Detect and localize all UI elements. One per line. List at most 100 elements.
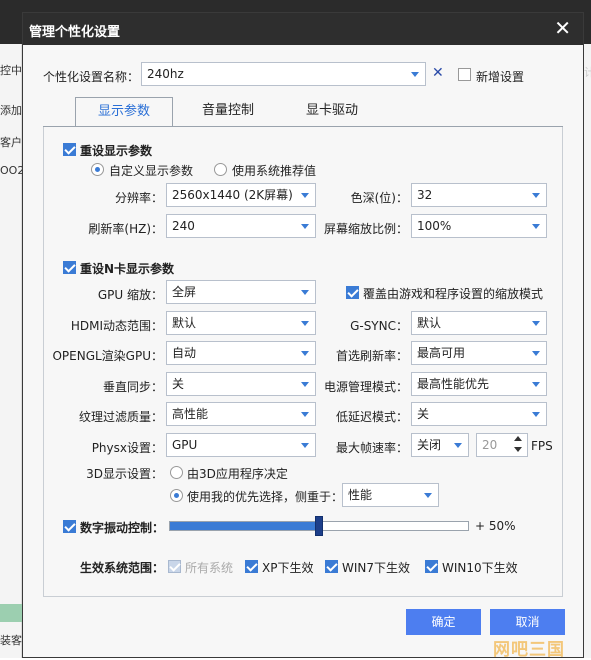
new-setting-label: 新增设置 xyxy=(476,70,525,84)
scope-all-label: 所有系统 xyxy=(185,561,234,575)
scope-all-checkbox xyxy=(168,560,181,573)
scope-win10-label: WIN10下生效 xyxy=(442,561,518,575)
texture-filter-label: 纹理过滤质量： xyxy=(78,410,163,424)
physx-value: GPU xyxy=(172,438,198,452)
personalization-dialog: 管理个性化设置 ✕ 个性化设置名称： 240hz ✕ 新增设置 显示参数 音量控… xyxy=(22,12,584,660)
preferred-refresh-select[interactable]: 最高可用 xyxy=(411,341,547,365)
background-row: 控中心 xyxy=(0,64,22,77)
gpu-scale-select[interactable]: 全屏 xyxy=(166,280,316,304)
profile-name-label: 个性化设置名称： xyxy=(43,70,140,84)
texture-filter-select[interactable]: 高性能 xyxy=(166,402,316,426)
reset-display-label: 重设显示参数 xyxy=(80,144,153,158)
dialog-titlebar: 管理个性化设置 ✕ xyxy=(23,13,583,45)
gsync-value: 默认 xyxy=(417,316,442,330)
color-depth-value: 32 xyxy=(417,188,433,202)
custom-display-radio[interactable] xyxy=(91,163,104,176)
arrow-down-icon[interactable] xyxy=(514,447,522,452)
scope-win7-label: WIN7下生效 xyxy=(342,561,411,575)
arrow-up-icon[interactable] xyxy=(514,436,522,441)
refresh-rate-label: 刷新率(HZ)： xyxy=(88,222,163,236)
override-scaling-label: 覆盖由游戏和程序设置的缩放模式 xyxy=(363,287,544,301)
scope-xp-checkbox[interactable] xyxy=(245,560,258,573)
chevron-down-icon xyxy=(532,224,540,229)
chevron-down-icon xyxy=(411,72,419,77)
background-row: 客户 xyxy=(0,136,22,149)
vibrance-checkbox[interactable] xyxy=(63,520,76,533)
tab-volume[interactable]: 音量控制 xyxy=(183,97,273,127)
low-latency-label: 低延迟模式： xyxy=(335,410,408,424)
preferred-refresh-value: 最高可用 xyxy=(417,346,466,360)
opengl-gpu-label: OPENGL渲染GPU： xyxy=(52,349,163,363)
background-fragment: 计 xyxy=(584,66,591,79)
color-depth-select[interactable]: 32 xyxy=(411,183,547,207)
profile-name-value: 240hz xyxy=(147,67,184,81)
vibrance-slider-fill xyxy=(170,522,319,530)
reset-nvidia-checkbox[interactable] xyxy=(63,261,76,274)
chevron-down-icon xyxy=(532,321,540,326)
resolution-select[interactable]: 2560x1440 (2K屏幕) xyxy=(166,183,316,207)
background-right-panel xyxy=(584,44,591,658)
preferred-refresh-label: 首选刷新率： xyxy=(335,349,408,363)
max-fps-number: 20 xyxy=(482,438,498,452)
screen-scale-label: 屏幕缩放比例： xyxy=(323,222,408,236)
watermark-logo: 网吧三国 xyxy=(493,640,565,660)
screen-scale-select[interactable]: 100% xyxy=(411,214,547,238)
profile-name-select[interactable]: 240hz xyxy=(141,62,426,86)
clear-icon[interactable]: ✕ xyxy=(432,65,444,81)
gsync-select[interactable]: 默认 xyxy=(411,311,547,335)
scope-win7-checkbox[interactable] xyxy=(325,560,338,573)
3d-app-decides-radio[interactable] xyxy=(170,466,183,479)
tab-display[interactable]: 显示参数 xyxy=(75,97,173,127)
tab-gpu-driver[interactable]: 显卡驱动 xyxy=(287,97,377,127)
chevron-down-icon xyxy=(532,193,540,198)
system-recommended-label: 使用系统推荐值 xyxy=(232,164,317,178)
low-latency-select[interactable]: 关 xyxy=(411,402,547,426)
gpu-scale-value: 全屏 xyxy=(172,285,197,299)
ok-button[interactable]: 确定 xyxy=(406,609,481,635)
override-scaling-checkbox[interactable] xyxy=(346,286,359,299)
scope-win10-checkbox[interactable] xyxy=(425,560,438,573)
new-setting-checkbox[interactable] xyxy=(458,68,471,81)
chevron-down-icon xyxy=(532,412,540,417)
refresh-rate-value: 240 xyxy=(172,219,195,233)
power-mode-select[interactable]: 最高性能优先 xyxy=(411,372,547,396)
3d-preference-value: 性能 xyxy=(348,488,373,502)
chevron-down-icon xyxy=(454,443,462,448)
background-row: 添加 xyxy=(0,104,22,117)
close-icon[interactable]: ✕ xyxy=(554,16,571,40)
physx-label: Physx设置： xyxy=(91,441,163,455)
fps-unit: FPS xyxy=(531,439,553,453)
power-mode-value: 最高性能优先 xyxy=(417,377,490,391)
3d-app-decides-label: 由3D应用程序决定 xyxy=(187,467,288,481)
3d-preference-radio[interactable] xyxy=(170,489,183,502)
reset-display-checkbox[interactable] xyxy=(63,143,76,156)
refresh-rate-select[interactable]: 240 xyxy=(166,214,316,238)
resolution-label: 分辨率： xyxy=(114,191,163,205)
hdmi-range-label: HDMI动态范围： xyxy=(70,319,163,333)
opengl-gpu-value: 自动 xyxy=(172,346,197,360)
system-recommended-radio[interactable] xyxy=(214,163,227,176)
scope-xp-label: XP下生效 xyxy=(262,561,314,575)
opengl-gpu-select[interactable]: 自动 xyxy=(166,341,316,365)
vsync-select[interactable]: 关 xyxy=(166,372,316,396)
hdmi-range-select[interactable]: 默认 xyxy=(166,311,316,335)
3d-settings-label: 3D显示设置： xyxy=(86,467,163,481)
background-row: 装客户 xyxy=(0,634,22,647)
hdmi-range-value: 默认 xyxy=(172,316,197,330)
reset-nvidia-label: 重设N卡显示参数 xyxy=(80,262,175,276)
cancel-button[interactable]: 取消 xyxy=(490,609,565,635)
gpu-scale-label: GPU 缩放： xyxy=(97,288,163,302)
physx-select[interactable]: GPU xyxy=(166,433,316,457)
max-fps-stepper[interactable]: 20 xyxy=(476,433,528,457)
vibrance-slider-handle[interactable] xyxy=(315,516,323,536)
vibrance-label: 数字振动控制： xyxy=(80,521,165,535)
gsync-label: G-SYNC： xyxy=(350,319,408,333)
texture-filter-value: 高性能 xyxy=(172,407,209,421)
3d-preference-select[interactable]: 性能 xyxy=(342,483,439,507)
background-left-panel: 控中心 添加 客户 OO2 装客户 xyxy=(0,44,22,658)
max-fps-select[interactable]: 关闭 xyxy=(411,433,469,457)
screen-scale-value: 100% xyxy=(417,219,452,233)
power-mode-label: 电源管理模式： xyxy=(323,380,408,394)
background-green-bar xyxy=(0,604,22,622)
chevron-down-icon xyxy=(301,290,309,295)
